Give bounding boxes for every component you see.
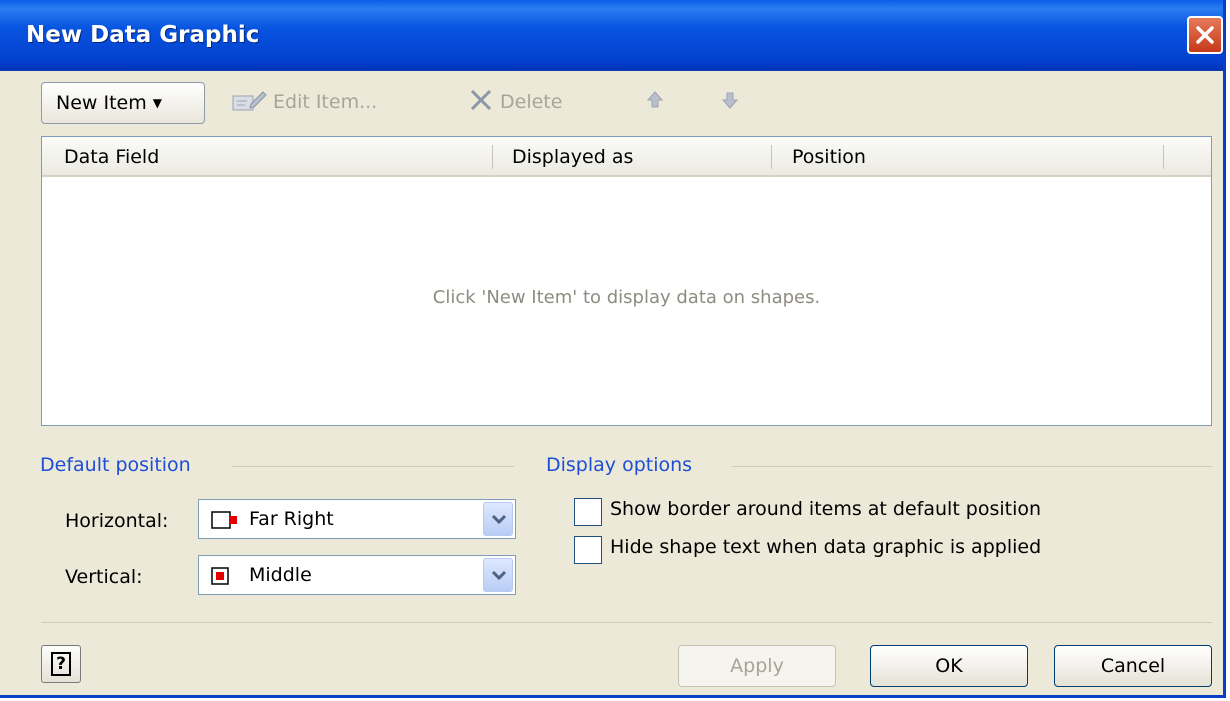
move-down-button[interactable] xyxy=(720,82,746,124)
middle-position-icon xyxy=(211,567,229,585)
chevron-down-icon xyxy=(491,514,507,525)
show-border-checkbox[interactable] xyxy=(574,498,602,526)
new-data-graphic-dialog: New Data Graphic New Item ▼ Edit Item... … xyxy=(0,0,1226,698)
title-bar[interactable]: New Data Graphic xyxy=(0,0,1223,71)
section-divider xyxy=(732,466,1212,467)
footer-divider xyxy=(41,622,1212,623)
display-options-section-title: Display options xyxy=(546,454,693,476)
horizontal-position-select[interactable]: Far Right xyxy=(198,499,516,539)
ok-button[interactable]: OK xyxy=(870,645,1028,687)
column-separator[interactable] xyxy=(771,145,772,169)
dialog-title: New Data Graphic xyxy=(26,22,260,48)
apply-button[interactable]: Apply xyxy=(678,645,836,687)
horizontal-dropdown-button[interactable] xyxy=(483,502,513,536)
column-separator[interactable] xyxy=(1163,145,1164,169)
horizontal-position-value: Far Right xyxy=(249,508,334,530)
horizontal-label: Horizontal: xyxy=(65,510,169,532)
section-divider xyxy=(232,466,514,467)
column-header-position[interactable]: Position xyxy=(792,137,866,175)
chevron-down-icon xyxy=(491,570,507,581)
vertical-position-value: Middle xyxy=(249,564,312,586)
close-icon xyxy=(1196,26,1214,44)
move-up-button[interactable] xyxy=(645,82,671,124)
vertical-dropdown-button[interactable] xyxy=(483,558,513,592)
cancel-button[interactable]: Cancel xyxy=(1054,645,1212,687)
down-arrow-icon xyxy=(721,92,739,109)
delete-button[interactable]: Delete xyxy=(468,82,562,124)
new-item-button[interactable]: New Item ▼ xyxy=(41,82,205,124)
list-header: Data Field Displayed as Position xyxy=(42,137,1211,177)
hide-shape-text-checkbox[interactable] xyxy=(574,536,602,564)
dropdown-caret-icon: ▼ xyxy=(152,96,162,110)
data-items-list[interactable]: Data Field Displayed as Position Click '… xyxy=(41,136,1212,426)
help-icon: ? xyxy=(51,652,71,676)
delete-label: Delete xyxy=(500,91,563,113)
column-header-displayed-as[interactable]: Displayed as xyxy=(512,137,633,175)
close-button[interactable] xyxy=(1187,16,1223,54)
vertical-position-select[interactable]: Middle xyxy=(198,555,516,595)
edit-item-label: Edit Item... xyxy=(273,91,378,113)
column-header-data-field[interactable]: Data Field xyxy=(64,137,159,175)
hide-shape-text-label[interactable]: Hide shape text when data graphic is app… xyxy=(610,536,1041,558)
new-item-label: New Item xyxy=(56,92,147,114)
edit-item-icon xyxy=(232,91,267,111)
show-border-label[interactable]: Show border around items at default posi… xyxy=(610,498,1041,520)
up-arrow-icon xyxy=(646,91,664,108)
far-right-position-icon xyxy=(211,511,237,529)
help-button[interactable]: ? xyxy=(41,645,81,683)
vertical-label: Vertical: xyxy=(65,566,143,588)
delete-icon xyxy=(470,89,492,111)
column-separator[interactable] xyxy=(492,145,493,169)
edit-item-button[interactable]: Edit Item... xyxy=(231,82,377,124)
default-position-section-title: Default position xyxy=(40,454,191,476)
empty-list-message: Click 'New Item' to display data on shap… xyxy=(432,287,821,308)
